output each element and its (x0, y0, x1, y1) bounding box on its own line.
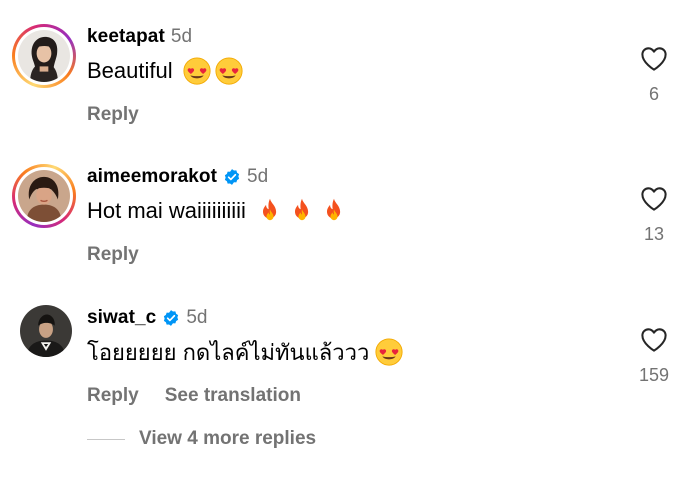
avatar[interactable] (20, 305, 72, 357)
comment-body: Hot mai waiiiiiiiiii (87, 198, 246, 223)
verified-badge-icon (162, 309, 180, 327)
comment-actions: Reply (87, 104, 139, 126)
avatar[interactable] (12, 164, 76, 228)
like-control: 159 (634, 327, 674, 386)
username[interactable]: keetapat (87, 26, 165, 48)
comment-text: Beautiful (87, 56, 243, 86)
fire-emoji (320, 197, 348, 225)
view-more-replies-label[interactable]: View 4 more replies (139, 428, 316, 450)
comment-text: โอยยยยย กดไลค์ไม่ทันแล้ววว (87, 337, 403, 367)
username[interactable]: siwat_c (87, 307, 156, 329)
see-translation-button[interactable]: See translation (165, 385, 301, 407)
comment-siwat-c: siwat_c 5d โอยยยยย กดไลค์ไม่ทันแล้ววว Re… (0, 305, 700, 407)
heart-outline-icon[interactable] (640, 46, 668, 72)
reply-button[interactable]: Reply (87, 385, 139, 407)
verified-badge-icon (223, 168, 241, 186)
heart-eyes-emoji (215, 57, 243, 85)
comment-keetapat: keetapat 5d Beautiful Reply 6 (0, 24, 700, 126)
timestamp: 5d (186, 307, 208, 328)
avatar[interactable] (12, 24, 76, 88)
profile-photo (18, 30, 70, 82)
view-more-replies[interactable]: View 4 more replies (87, 426, 316, 452)
comment-header: aimeemorakot 5d (87, 164, 268, 190)
comment-text: Hot mai waiiiiiiiiii (87, 196, 348, 226)
comment-actions: Reply See translation (87, 385, 301, 407)
like-count[interactable]: 13 (634, 224, 674, 245)
like-count[interactable]: 159 (634, 365, 674, 386)
fire-emoji (288, 197, 316, 225)
comment-header: siwat_c 5d (87, 305, 208, 331)
comment-actions: Reply (87, 244, 139, 266)
heart-outline-icon[interactable] (640, 186, 668, 212)
heart-eyes-emoji (183, 57, 211, 85)
username[interactable]: aimeemorakot (87, 166, 217, 188)
heart-eyes-emoji (375, 338, 403, 366)
comment-header: keetapat 5d (87, 24, 192, 50)
heart-outline-icon[interactable] (640, 327, 668, 353)
comment-aimeemorakot: aimeemorakot 5d Hot mai waiiiiiiiiii Rep… (0, 164, 700, 266)
comment-body: โอยยยยย กดไลค์ไม่ทันแล้ววว (87, 339, 370, 365)
like-control: 6 (634, 46, 674, 105)
comment-body: Beautiful (87, 58, 173, 83)
divider-line (87, 438, 125, 440)
fire-emoji (256, 197, 284, 225)
reply-button[interactable]: Reply (87, 104, 139, 126)
like-control: 13 (634, 186, 674, 245)
profile-photo (18, 170, 70, 222)
reply-button[interactable]: Reply (87, 244, 139, 266)
profile-photo (20, 305, 72, 357)
timestamp: 5d (170, 26, 193, 47)
timestamp: 5d (247, 166, 269, 187)
like-count[interactable]: 6 (634, 84, 674, 105)
